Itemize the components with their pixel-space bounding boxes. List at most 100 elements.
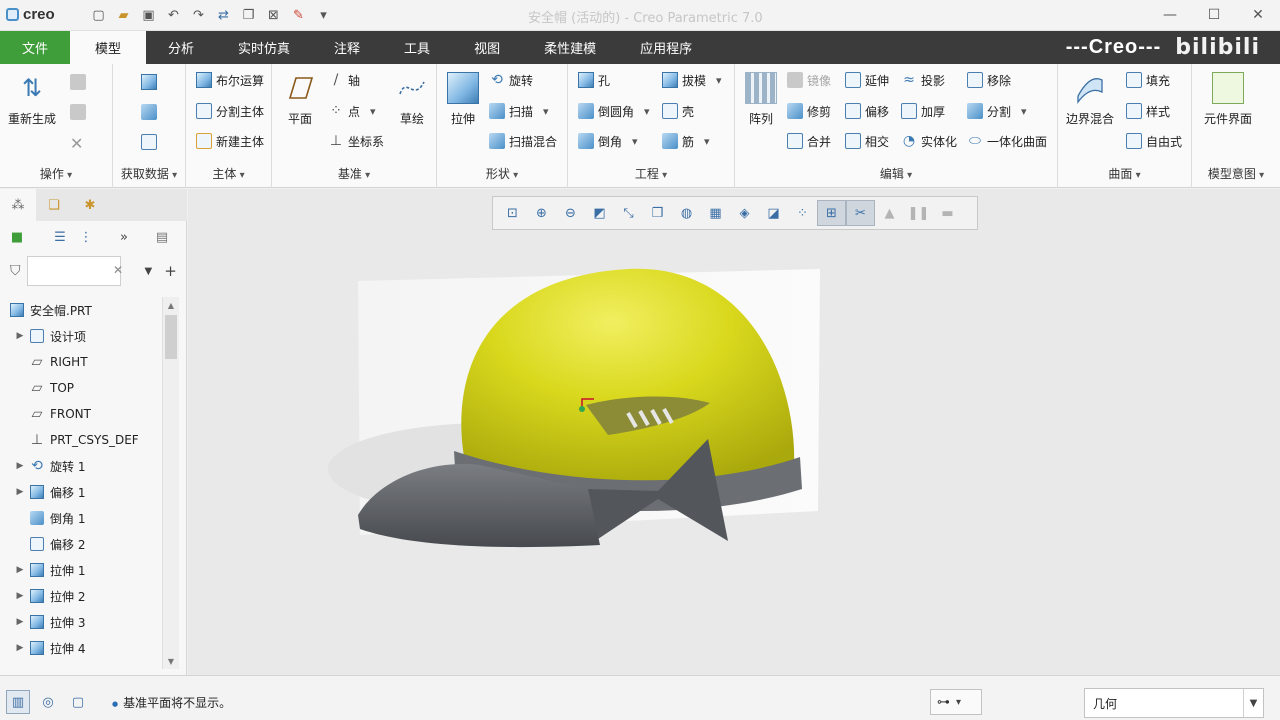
tree-node-extrude-1[interactable]: ▶ 拉伸 1 (0, 557, 162, 583)
expand-arrow-icon[interactable]: ▶ (14, 617, 26, 627)
swept-blend-button[interactable]: 扫描混合 (489, 131, 557, 151)
copy-button[interactable] (70, 72, 86, 92)
tree-node-top-plane[interactable]: ▱ TOP (0, 375, 162, 401)
full-screen-icon[interactable]: ▢ (66, 690, 90, 714)
expand-arrow-icon[interactable]: ▶ (14, 487, 26, 497)
helmet-model[interactable] (188, 189, 1280, 675)
group-label-surfaces[interactable]: 曲面 (1058, 165, 1191, 182)
rib-button[interactable]: 筋 (662, 131, 710, 151)
tree-node-front-plane[interactable]: ▱ FRONT (0, 401, 162, 427)
tree-node-csys[interactable]: ⊥ PRT_CSYS_DEF (0, 427, 162, 453)
windows-icon[interactable]: ❐ (236, 5, 261, 25)
tab-tools[interactable]: 工具 (382, 31, 452, 64)
add-filter-icon[interactable]: + (164, 262, 177, 280)
toggle-browser-icon[interactable]: ◎ (36, 690, 60, 714)
tab-live-simulation[interactable]: 实时仿真 (216, 31, 312, 64)
tree-node-offset-1[interactable]: ▶ 偏移 1 (0, 479, 162, 505)
model-tree-tab-icon[interactable]: ⁂ (0, 189, 36, 221)
trim-button[interactable]: 修剪 (787, 101, 831, 121)
component-interface-button[interactable]: 元件界面 (1204, 72, 1252, 127)
toggle-navigator-icon[interactable]: ▥ (6, 690, 30, 714)
user-defined-feature-button[interactable] (141, 72, 157, 92)
csys-button[interactable]: ⊥ 坐标系 (328, 131, 384, 151)
expand-arrow-icon[interactable]: ▶ (14, 461, 26, 471)
boolean-button[interactable]: 布尔运算 (196, 70, 264, 90)
paste-button[interactable] (70, 102, 86, 122)
open-folder-icon[interactable]: ▰ (111, 5, 136, 25)
maximize-icon[interactable]: ☐ (1192, 0, 1236, 30)
unify-surfaces-button[interactable]: ⬭ 一体化曲面 (967, 131, 1047, 151)
chevron-down-icon[interactable]: ▼ (1243, 689, 1263, 717)
tree-node-right-plane[interactable]: ▱ RIGHT (0, 349, 162, 375)
shell-button[interactable]: 壳 (662, 101, 694, 121)
tree-node-design-items[interactable]: ▶ 设计项 (0, 323, 162, 349)
regenerate-icon[interactable]: ⇄ (211, 5, 236, 25)
filter-icon[interactable]: ⛉ (10, 263, 21, 279)
scroll-down-icon[interactable]: ▼ (163, 653, 179, 669)
filter-dropdown-icon[interactable]: ▼ (145, 266, 153, 277)
tree-node-extrude-3[interactable]: ▶ 拉伸 3 (0, 609, 162, 635)
tab-view[interactable]: 视图 (452, 31, 522, 64)
offset-button[interactable]: 偏移 (845, 101, 889, 121)
pattern-button[interactable]: 阵列 (745, 72, 777, 127)
delete-button[interactable]: ✕ (70, 132, 86, 153)
axis-button[interactable]: / 轴 (328, 70, 360, 90)
group-label-engineering[interactable]: 工程 (568, 165, 734, 182)
split-body-button[interactable]: 分割主体 (196, 101, 264, 121)
copy-geometry-button[interactable] (141, 102, 157, 122)
point-button[interactable]: ⁘ 点 (328, 101, 376, 121)
expand-arrow-icon[interactable]: ▶ (14, 331, 26, 341)
extend-button[interactable]: 延伸 (845, 70, 889, 90)
tree-node-part[interactable]: 安全帽.PRT (0, 297, 162, 323)
undo-icon[interactable]: ↶ (161, 5, 186, 25)
group-label-model-intent[interactable]: 模型意图 (1192, 165, 1280, 182)
tab-file[interactable]: 文件 (0, 31, 70, 64)
boundary-blend-button[interactable]: 边界混合 (1066, 72, 1114, 127)
hole-button[interactable]: 孔 (578, 70, 610, 90)
chamfer-button[interactable]: 倒角 (578, 131, 638, 151)
tree-node-revolve-1[interactable]: ▶ ⟲ 旋转 1 (0, 453, 162, 479)
sketch-button[interactable]: 草绘 (396, 72, 428, 127)
sweep-button[interactable]: 扫描 (489, 101, 549, 121)
group-label-operations[interactable]: 操作 (0, 165, 112, 182)
round-button[interactable]: 倒圆角 (578, 101, 650, 121)
favorites-tab-icon[interactable]: ✱ (72, 189, 108, 221)
tab-model[interactable]: 模型 (70, 31, 146, 64)
expand-arrow-icon[interactable]: ▶ (14, 643, 26, 653)
plane-button[interactable]: 平面 (284, 72, 316, 127)
fill-button[interactable]: 填充 (1126, 70, 1170, 90)
appearance-icon[interactable]: ✎ (286, 5, 311, 25)
group-label-body[interactable]: 主体 (186, 165, 271, 182)
folder-browser-tab-icon[interactable]: ❏ (36, 189, 72, 221)
tree-scrollbar[interactable]: ▲ ▼ (162, 297, 179, 669)
shrinkwrap-button[interactable] (141, 132, 157, 152)
draft-button[interactable]: 拔模 (662, 70, 722, 90)
show-bodies-icon[interactable]: ■ (0, 230, 34, 245)
tree-search-input[interactable] (26, 256, 121, 286)
minimize-icon[interactable]: — (1148, 0, 1192, 30)
style-button[interactable]: 样式 (1126, 101, 1170, 121)
close-window-icon[interactable]: ⊠ (261, 5, 286, 25)
expand-arrow-icon[interactable]: ▶ (14, 565, 26, 575)
regenerate-button[interactable]: ⇅ 重新生成 (8, 72, 56, 127)
project-button[interactable]: ≈ 投影 (901, 70, 945, 90)
tree-node-offset-2[interactable]: 偏移 2 (0, 531, 162, 557)
revolve-button[interactable]: ⟲ 旋转 (489, 70, 533, 90)
new-body-button[interactable]: 新建主体 (196, 131, 264, 151)
freestyle-button[interactable]: 自由式 (1126, 131, 1182, 151)
graphics-window[interactable]: ⊡ ⊕ ⊖ ◩ ⤡ ❒ ◍ ▦ ◈ ◪ ⁘ ⊞ ✂ ▲ ❚❚ ▬ (188, 189, 1280, 675)
tree-node-extrude-4[interactable]: ▶ 拉伸 4 (0, 635, 162, 661)
group-label-editing[interactable]: 编辑 (735, 165, 1057, 182)
group-label-shapes[interactable]: 形状 (437, 165, 567, 182)
extrude-button[interactable]: 拉伸 (447, 72, 479, 127)
mirror-button[interactable]: 镜像 (787, 70, 831, 90)
remove-button[interactable]: 移除 (967, 70, 1011, 90)
close-icon[interactable]: ✕ (1236, 0, 1280, 30)
group-label-datum[interactable]: 基准 (272, 165, 436, 182)
solidify-button[interactable]: ◔ 实体化 (901, 131, 957, 151)
tab-analysis[interactable]: 分析 (146, 31, 216, 64)
scroll-thumb[interactable] (165, 315, 177, 359)
expand-panel-icon[interactable]: » (86, 230, 162, 245)
selection-filter-dropdown[interactable]: 几何 ▼ (1084, 688, 1264, 718)
tab-annotate[interactable]: 注释 (312, 31, 382, 64)
